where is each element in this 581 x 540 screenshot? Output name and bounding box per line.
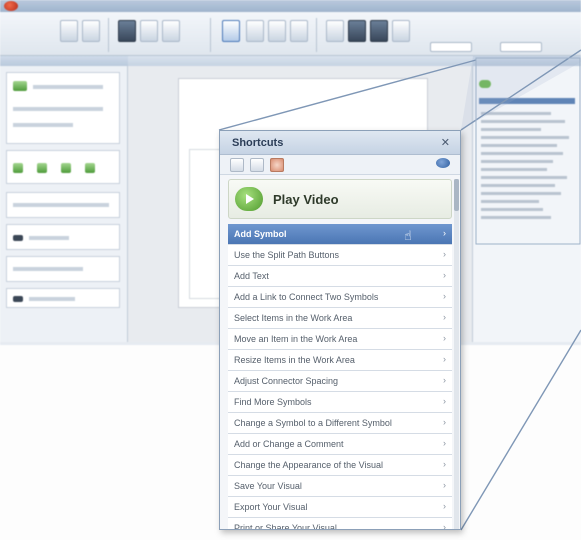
chevron-right-icon: › (443, 333, 446, 343)
home-icon[interactable] (270, 158, 284, 172)
chevron-right-icon: › (443, 480, 446, 490)
panel-title: Shortcuts (232, 137, 284, 149)
chevron-right-icon: › (443, 375, 446, 385)
shortcut-item[interactable]: Adjust Connector Spacing › (228, 371, 452, 392)
shortcut-item[interactable]: Print or Share Your Visual › (228, 518, 452, 530)
shortcut-item[interactable]: Add Text › (228, 266, 452, 287)
shortcut-item-label: Change the Appearance of the Visual (234, 460, 383, 470)
shortcut-item-label: Move an Item in the Work Area (234, 334, 358, 344)
shortcut-item-label: Select Items in the Work Area (234, 313, 353, 323)
shortcut-item-label: Print or Share Your Visual (234, 523, 337, 530)
shortcut-item[interactable]: Use the Split Path Buttons › (228, 245, 452, 266)
shortcut-item-label: Add or Change a Comment (234, 439, 344, 449)
hand-cursor-icon: ☝ (404, 228, 412, 243)
chevron-right-icon: › (443, 249, 446, 259)
shortcut-item-label: Add Symbol (234, 229, 287, 239)
shortcut-item[interactable]: Export Your Visual › (228, 497, 452, 518)
shortcut-item-label: Add a Link to Connect Two Symbols (234, 292, 379, 302)
chevron-right-icon: › (443, 396, 446, 406)
chevron-right-icon: › (443, 312, 446, 322)
scrollbar-thumb[interactable] (454, 179, 459, 211)
shortcut-item[interactable]: Move an Item in the Work Area › (228, 329, 452, 350)
chevron-right-icon: › (443, 417, 446, 427)
chevron-right-icon: › (443, 501, 446, 511)
shortcut-item[interactable]: Select Items in the Work Area › (228, 308, 452, 329)
shortcut-list: Add Symbol › ☝ Use the Split Path Buttons › A… (228, 224, 452, 530)
shortcut-item-label: Adjust Connector Spacing (234, 376, 339, 386)
shortcuts-panel: Shortcuts ✕ Play Video Add Symbol › ☝ Use t… (219, 130, 461, 530)
chevron-right-icon: › (443, 522, 446, 530)
play-video-label: Play Video (273, 192, 339, 207)
shortcut-item-label: Resize Items in the Work Area (234, 355, 355, 365)
panel-scrollbar[interactable] (454, 179, 459, 529)
chevron-right-icon: › (443, 354, 446, 364)
shortcut-item[interactable]: Resize Items in the Work Area › (228, 350, 452, 371)
shortcut-item-label: Change a Symbol to a Different Symbol (234, 418, 392, 428)
chevron-right-icon: › (443, 291, 446, 301)
pin-icon[interactable] (436, 158, 450, 168)
shortcut-item[interactable]: Change the Appearance of the Visual › (228, 455, 452, 476)
shortcut-item-selected[interactable]: Add Symbol › ☝ (228, 224, 452, 245)
forward-icon[interactable] (250, 158, 264, 172)
play-video-button[interactable]: Play Video (228, 179, 452, 219)
shortcut-item[interactable]: Find More Symbols › (228, 392, 452, 413)
shortcut-item-label: Find More Symbols (234, 397, 312, 407)
chevron-right-icon: › (443, 270, 446, 280)
back-icon[interactable] (230, 158, 244, 172)
shortcut-item[interactable]: Add a Link to Connect Two Symbols › (228, 287, 452, 308)
panel-toolbar (220, 155, 460, 175)
close-icon[interactable]: ✕ (441, 136, 450, 149)
shortcut-item[interactable]: Change a Symbol to a Different Symbol › (228, 413, 452, 434)
play-video-icon (235, 187, 263, 211)
chevron-right-icon: › (443, 459, 446, 469)
chevron-right-icon: › (443, 228, 446, 238)
shortcut-item-label: Use the Split Path Buttons (234, 250, 340, 260)
shortcut-item[interactable]: Add or Change a Comment › (228, 434, 452, 455)
chevron-right-icon: › (443, 438, 446, 448)
shortcut-item-label: Add Text (234, 271, 269, 281)
screenshot-stage: Shortcuts ✕ Play Video Add Symbol › ☝ Use t… (0, 0, 581, 540)
shortcuts-panel-header: Shortcuts ✕ (220, 131, 460, 155)
shortcut-item-label: Export Your Visual (234, 502, 308, 512)
shortcut-item-label: Save Your Visual (234, 481, 302, 491)
shortcut-item[interactable]: Save Your Visual › (228, 476, 452, 497)
